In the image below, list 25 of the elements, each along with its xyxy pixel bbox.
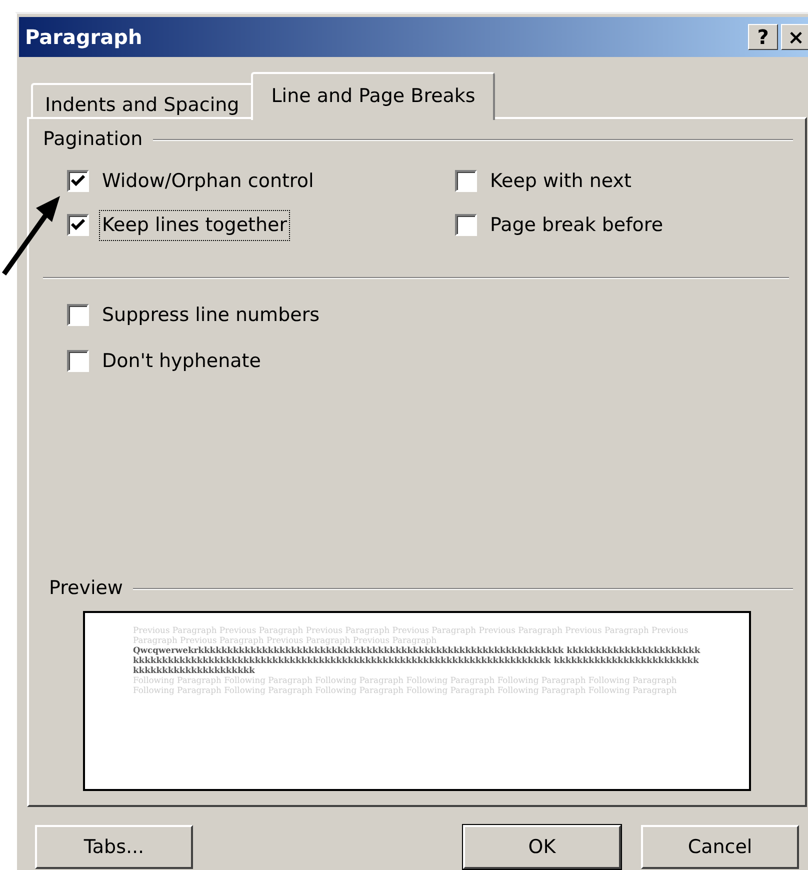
checkbox[interactable] bbox=[455, 170, 477, 192]
checkbox-label[interactable]: Widow/Orphan control bbox=[99, 166, 317, 196]
window-title: Paragraph bbox=[25, 24, 142, 51]
title-bar-button[interactable]: × bbox=[781, 24, 808, 50]
checkbox[interactable] bbox=[67, 304, 89, 326]
dialog-button[interactable]: Tabs... bbox=[35, 825, 193, 869]
checkbox[interactable] bbox=[67, 350, 89, 372]
checkbox[interactable] bbox=[67, 170, 89, 192]
checkbox-label[interactable]: Suppress line numbers bbox=[99, 300, 323, 330]
checkbox[interactable] bbox=[67, 214, 89, 236]
checkbox[interactable] bbox=[455, 214, 477, 236]
checkbox-label[interactable]: Keep lines together bbox=[99, 210, 290, 240]
tab[interactable]: Indents and Spacing bbox=[31, 83, 254, 117]
group-title: Pagination bbox=[43, 127, 143, 152]
dialog-button[interactable]: OK bbox=[463, 825, 621, 869]
group-title: Preview bbox=[48, 576, 123, 601]
checkbox-label[interactable]: Don't hyphenate bbox=[99, 346, 264, 376]
tab[interactable]: Line and Page Breaks bbox=[251, 72, 496, 120]
preview-paragraph: Qwcqwerwekrkkkkkkkkkkkkkkkkkkkkkkkkkkkkkkkkkkkkkkkkkkkkkkkkkkkkkkkkkkkkkkk kkkkkkkkkkkkkkkkkkkkkkkkkkkkkkkkkkkkkkkkkkkkkkkkkkkkkkkkkkkkkkkkkkkkkkkkkkkkkkkkkkkkkkkkkkkkkkk kkkkkkkkkkkkkkkkkkkkkkkkkkkkkkkkkkkkkkkkkkkkkk bbox=[133, 644, 701, 674]
checkbox-label[interactable]: Page break before bbox=[487, 210, 666, 240]
check-icon bbox=[71, 174, 85, 187]
dialog-button[interactable]: Cancel bbox=[641, 825, 799, 869]
title-bar-button[interactable]: ? bbox=[748, 24, 778, 50]
checkbox-label[interactable]: Keep with next bbox=[487, 166, 634, 196]
check-icon bbox=[71, 219, 85, 232]
